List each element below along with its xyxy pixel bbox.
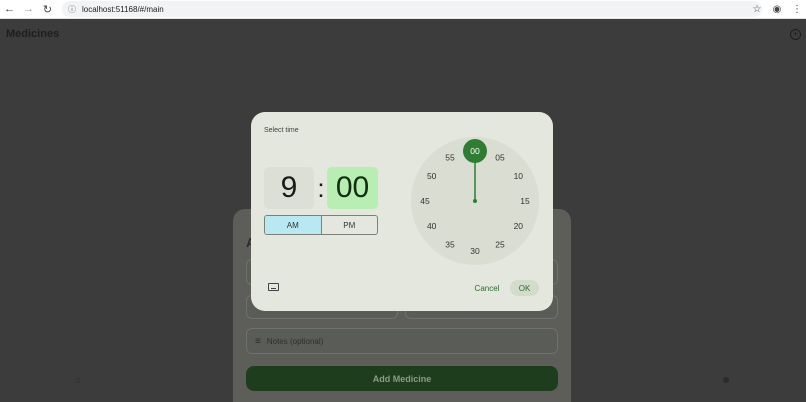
dial-label-50[interactable]: 50 [427,171,437,181]
account-icon[interactable]: ◉ [770,3,784,17]
dial-label-45[interactable]: 45 [420,196,430,206]
dial-label-05[interactable]: 05 [495,153,505,163]
minute-selector[interactable]: 00 [327,167,378,209]
dial-label-35[interactable]: 35 [445,239,455,249]
period-toggle: AM PM [264,215,378,235]
dial-label-40[interactable]: 40 [427,221,437,231]
dial-label-55[interactable]: 55 [445,153,455,163]
bottom-navigation: ⌂ ☻ [0,369,806,402]
url-text: localhost:51168/#/main [82,4,164,14]
time-separator: : [317,172,325,203]
keyboard-icon[interactable] [268,283,279,291]
notes-lines-icon: ≡ [255,335,261,347]
notes-placeholder: Notes (optional) [266,336,324,346]
nav-item-profile[interactable]: ☻ [711,375,741,386]
dial-label-15[interactable]: 15 [520,196,530,206]
ok-button[interactable]: OK [510,280,539,296]
address-bar[interactable]: ⓘ localhost:51168/#/main [62,1,762,17]
page-title: Medicines [6,28,60,40]
hour-selector[interactable]: 9 [264,167,314,209]
info-icon[interactable]: ⓘ [66,3,78,15]
dialog-title: Select time [264,127,299,134]
dial-center-dot [473,199,477,203]
notes-field[interactable]: ≡ Notes (optional) [246,328,558,354]
add-circle-icon[interactable]: + [790,29,801,40]
time-picker-dialog: Select time 9 : 00 AM PM 00 05 10 15 20 25 30 3… [251,112,553,311]
arrow-left-icon[interactable]: ← [0,0,19,19]
cancel-button[interactable]: Cancel [470,280,504,296]
pm-button[interactable]: PM [322,216,378,234]
reload-icon[interactable]: ↻ [38,0,57,19]
arrow-right-icon[interactable]: → [19,0,38,19]
dial-label-25[interactable]: 25 [495,239,505,249]
home-icon: ⌂ [74,375,82,386]
minute-dial[interactable]: 00 05 10 15 20 25 30 35 40 45 50 55 [411,137,539,265]
dial-label-30[interactable]: 30 [470,246,480,256]
dial-label-00[interactable]: 00 [470,146,480,156]
person-icon: ☻ [720,375,732,386]
dial-label-10[interactable]: 10 [514,171,524,181]
star-icon[interactable]: ☆ [750,3,764,17]
am-button[interactable]: AM [265,216,322,234]
nav-item-home[interactable]: ⌂ [63,375,93,386]
browser-toolbar: ← → ↻ ⓘ localhost:51168/#/main ☆ ◉ ⋮ [0,0,806,19]
dial-label-20[interactable]: 20 [514,221,524,231]
kebab-menu-icon[interactable]: ⋮ [790,3,804,17]
